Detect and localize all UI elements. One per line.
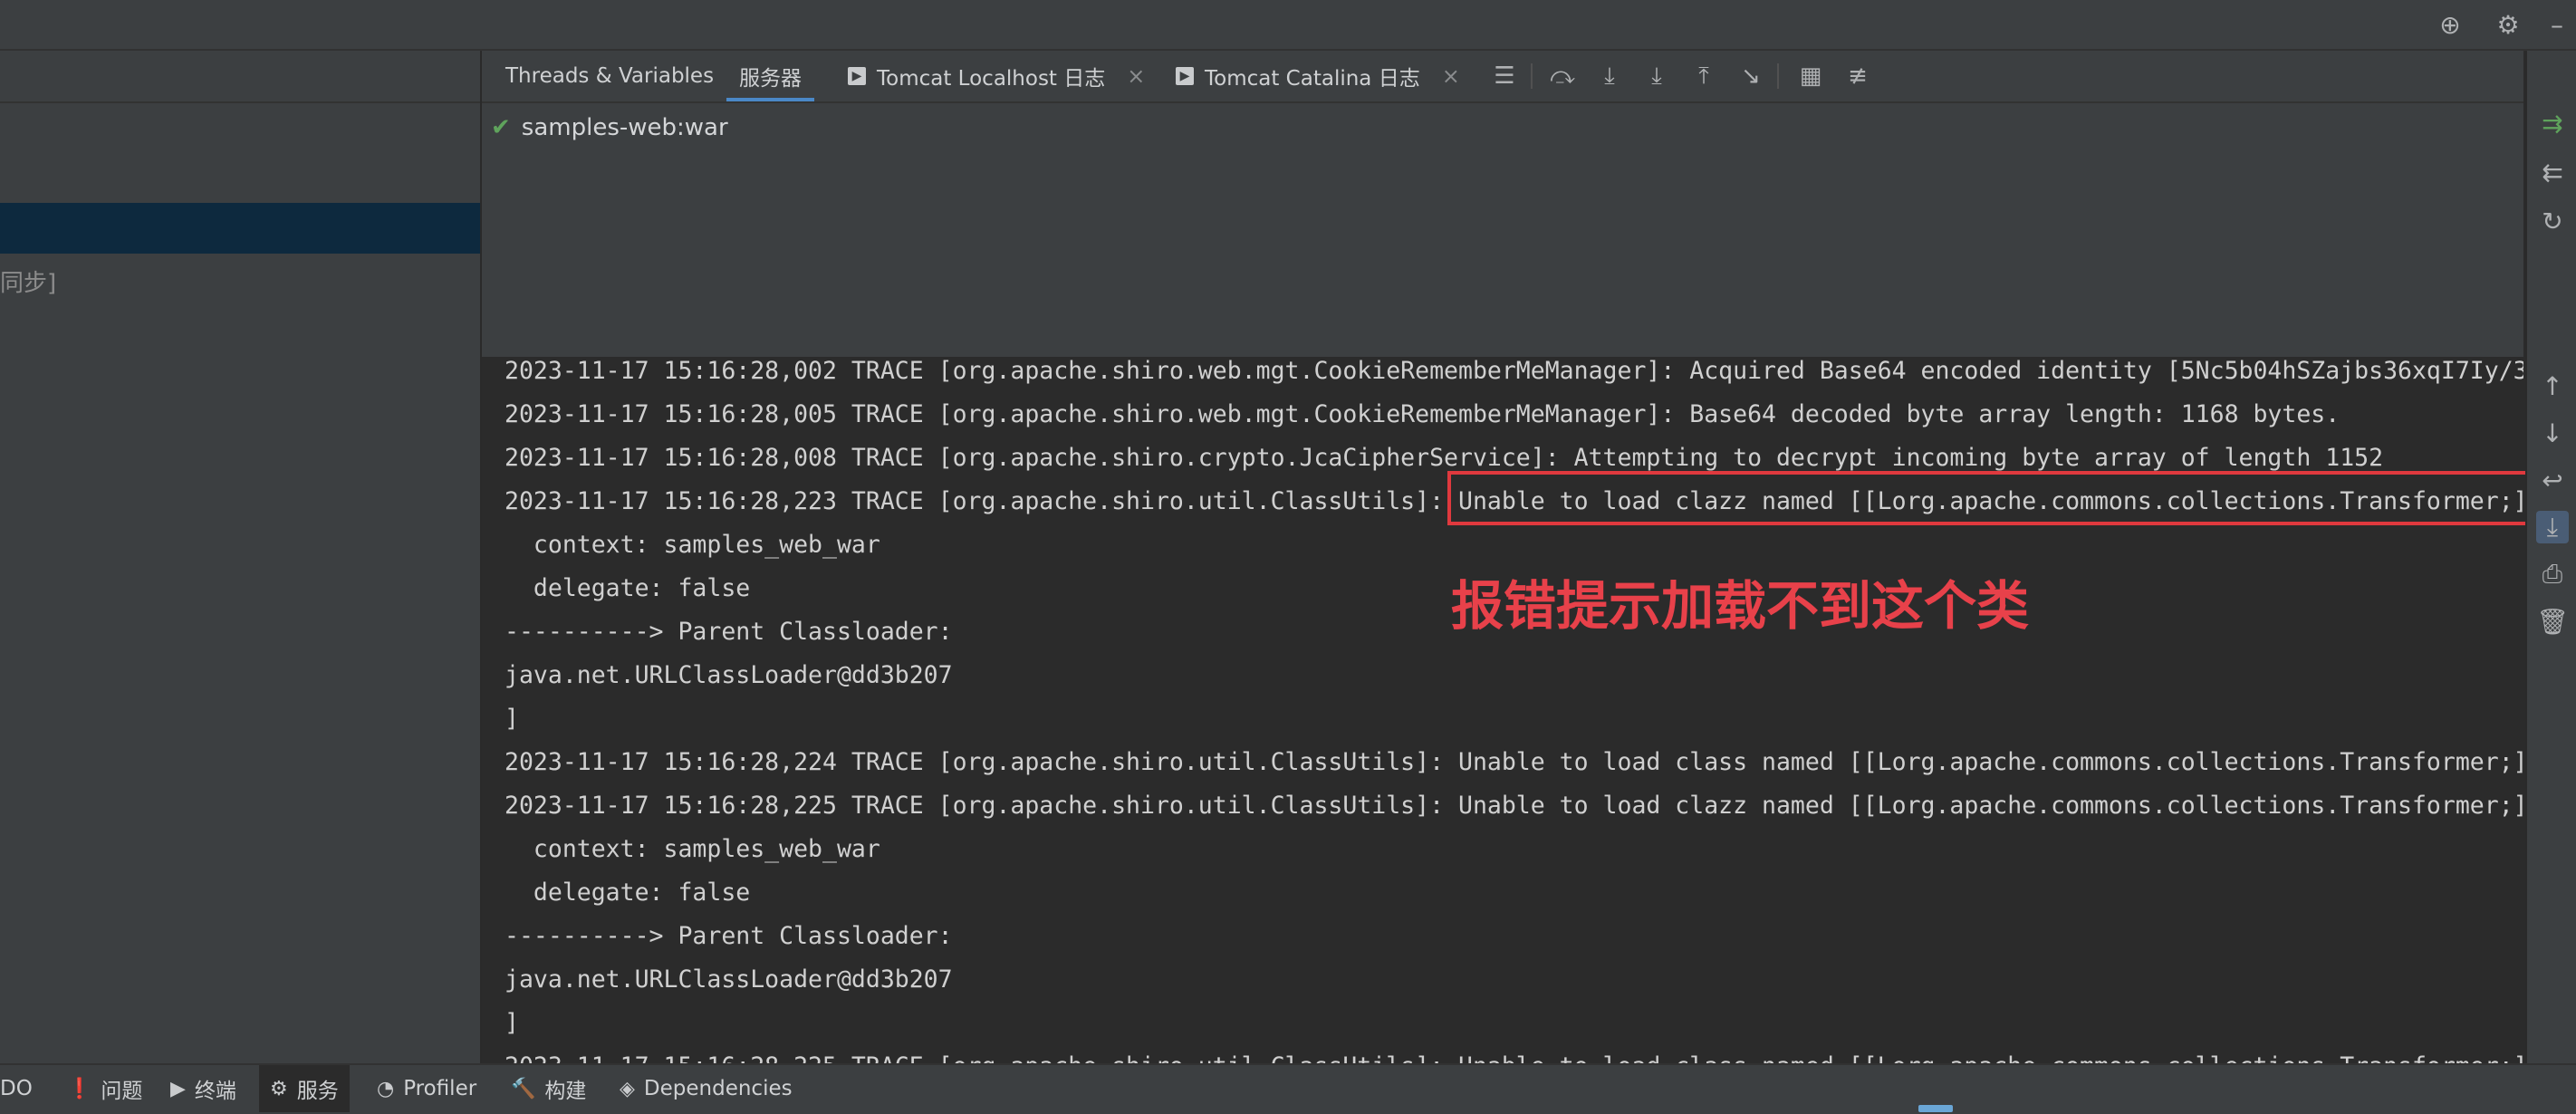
step-over-icon[interactable]: ⤼ — [1547, 62, 1578, 91]
tool-tab-label: DO — [0, 1077, 33, 1100]
service-tab-bar: Threads & Variables 服务器 ▶ Tomcat Localho… — [482, 51, 2523, 103]
toolbar-divider — [1777, 63, 1779, 89]
hammer-icon: 🔨 — [511, 1077, 536, 1100]
log-line: 2023-11-17 15:16:28,225 TRACE [org.apach… — [505, 792, 2523, 820]
tree-item-label: samples-web:war — [521, 114, 728, 141]
step-icon[interactable]: ⇇ — [2536, 156, 2569, 188]
bottom-tool-bar: DO ❗ 问题 ▶ 终端 ⚙ 服务 ◔ Profiler 🔨 构建 ◈ Depe… — [0, 1063, 2576, 1114]
tool-tab-label: 构建 — [544, 1080, 587, 1103]
log-line: ] — [505, 705, 519, 733]
panel-toolbar — [0, 51, 480, 103]
tool-tab-label: 问题 — [101, 1080, 143, 1103]
tool-tab-dependencies[interactable]: ◈ Dependencies — [620, 1065, 793, 1112]
arrow-down-icon[interactable]: ↓ — [2536, 417, 2569, 449]
menu-icon[interactable]: ☰ — [1489, 62, 1520, 91]
play-icon: ▶ — [848, 67, 866, 85]
sync-status-text: 同步] — [0, 270, 57, 297]
tool-tab-label: Profiler — [403, 1077, 477, 1100]
log-line: context: samples_web_war — [505, 835, 880, 863]
gear-icon[interactable]: ⚙ — [2493, 9, 2523, 40]
log-line: 2023-11-17 15:16:28,005 TRACE [org.apach… — [505, 400, 2341, 428]
profiler-icon: ◔ — [377, 1077, 395, 1100]
log-line: ----------> Parent Classloader: — [505, 618, 953, 646]
title-bar: ⊕ ⚙ – — [0, 0, 2576, 51]
step-into-icon[interactable]: ⤓ — [1594, 62, 1625, 91]
toolbar-divider — [1531, 63, 1533, 89]
tool-tab-todo[interactable]: DO — [0, 1065, 33, 1112]
tree-item-samples-web[interactable]: ✔ samples-web:war — [491, 114, 728, 141]
log-line: 2023-11-17 15:16:28,008 TRACE [org.apach… — [505, 444, 2384, 472]
tab-label: 服务器 — [739, 67, 802, 91]
tab-tomcat-localhost-log[interactable]: ▶ Tomcat Localhost 日志 × — [848, 51, 1145, 101]
terminal-icon: ▶ — [170, 1077, 186, 1100]
tab-label: Tomcat Localhost 日志 — [877, 67, 1106, 91]
log-line: context: samples_web_war — [505, 531, 880, 559]
log-line: ----------> Parent Classloader: — [505, 922, 953, 950]
log-line: 2023-11-17 15:16:28,224 TRACE [org.apach… — [505, 748, 2523, 776]
services-tree-panel: 同步] — [0, 51, 482, 1063]
soft-wrap-icon[interactable]: ↩ — [2536, 464, 2569, 496]
log-line: delegate: false — [505, 879, 751, 907]
trace-icon[interactable]: ≢ — [1842, 62, 1873, 91]
arrow-up-icon[interactable]: ↑ — [2536, 370, 2569, 402]
crosshair-icon[interactable]: ⊕ — [2435, 9, 2465, 40]
services-icon: ⚙ — [270, 1077, 288, 1100]
scroll-to-end-icon[interactable]: ⤓ — [2536, 511, 2569, 543]
server-tree: ✔ samples-web:war — [482, 103, 2523, 357]
run-to-cursor-icon[interactable]: ↘ — [1735, 62, 1766, 91]
problems-icon: ❗ — [67, 1077, 92, 1100]
step-out-icon[interactable]: ⤒ — [1688, 62, 1719, 91]
tool-tab-build[interactable]: 🔨 构建 — [511, 1065, 586, 1112]
tab-label: Threads & Variables — [505, 64, 715, 88]
resume-icon[interactable]: ⇉ — [2536, 107, 2569, 139]
tool-tab-terminal[interactable]: ▶ 终端 — [170, 1065, 236, 1112]
play-icon: ▶ — [1176, 67, 1194, 85]
log-line: 2023-11-17 15:16:28,002 TRACE [org.apach… — [505, 357, 2523, 385]
console-output[interactable]: 2023-11-17 15:16:28,002 TRACE [org.apach… — [482, 357, 2523, 1063]
tool-tab-label: 服务 — [296, 1080, 339, 1103]
evaluate-table-icon[interactable]: ▦ — [1795, 62, 1826, 91]
tool-tab-profiler[interactable]: ◔ Profiler — [377, 1065, 476, 1112]
tool-tab-problems[interactable]: ❗ 问题 — [67, 1065, 142, 1112]
close-icon[interactable]: × — [1127, 63, 1145, 89]
tool-tab-label: 终端 — [194, 1080, 236, 1103]
log-line: ] — [505, 1009, 519, 1037]
print-icon[interactable]: ⎙ — [2536, 558, 2569, 591]
minimize-icon[interactable]: – — [2542, 9, 2572, 40]
right-toolbar: ⇉ ⇇ ↻ ↑ ↓ ↩ ⤓ ⎙ 🗑 — [2525, 51, 2576, 1063]
tool-tab-services[interactable]: ⚙ 服务 — [259, 1065, 350, 1112]
status-indicator — [1918, 1105, 1953, 1112]
log-line: java.net.URLClassLoader@dd3b207 — [505, 965, 953, 994]
tab-server[interactable]: 服务器 — [726, 51, 814, 101]
log-line: 2023-11-17 15:16:28,225 TRACE [org.apach… — [505, 1052, 2523, 1063]
log-line: java.net.URLClassLoader@dd3b207 — [505, 661, 953, 689]
trash-icon[interactable]: 🗑 — [2536, 605, 2569, 638]
tab-tomcat-catalina-log[interactable]: ▶ Tomcat Catalina 日志 × — [1176, 51, 1460, 101]
log-line: delegate: false — [505, 574, 751, 602]
force-step-into-icon[interactable]: ⤓ — [1641, 62, 1672, 91]
close-icon[interactable]: × — [1442, 63, 1460, 89]
refresh-icon[interactable]: ↻ — [2536, 205, 2569, 237]
tab-label: Tomcat Catalina 日志 — [1205, 67, 1420, 91]
error-highlight-box — [1447, 471, 2531, 525]
tool-tab-label: Dependencies — [643, 1077, 793, 1100]
selected-tree-row[interactable] — [0, 203, 480, 254]
annotation-text: 报错提示加载不到这个类 — [1451, 575, 2030, 637]
check-icon: ✔ — [491, 114, 511, 141]
tab-threads-variables[interactable]: Threads & Variables — [505, 51, 714, 101]
dependencies-icon: ◈ — [620, 1077, 635, 1100]
